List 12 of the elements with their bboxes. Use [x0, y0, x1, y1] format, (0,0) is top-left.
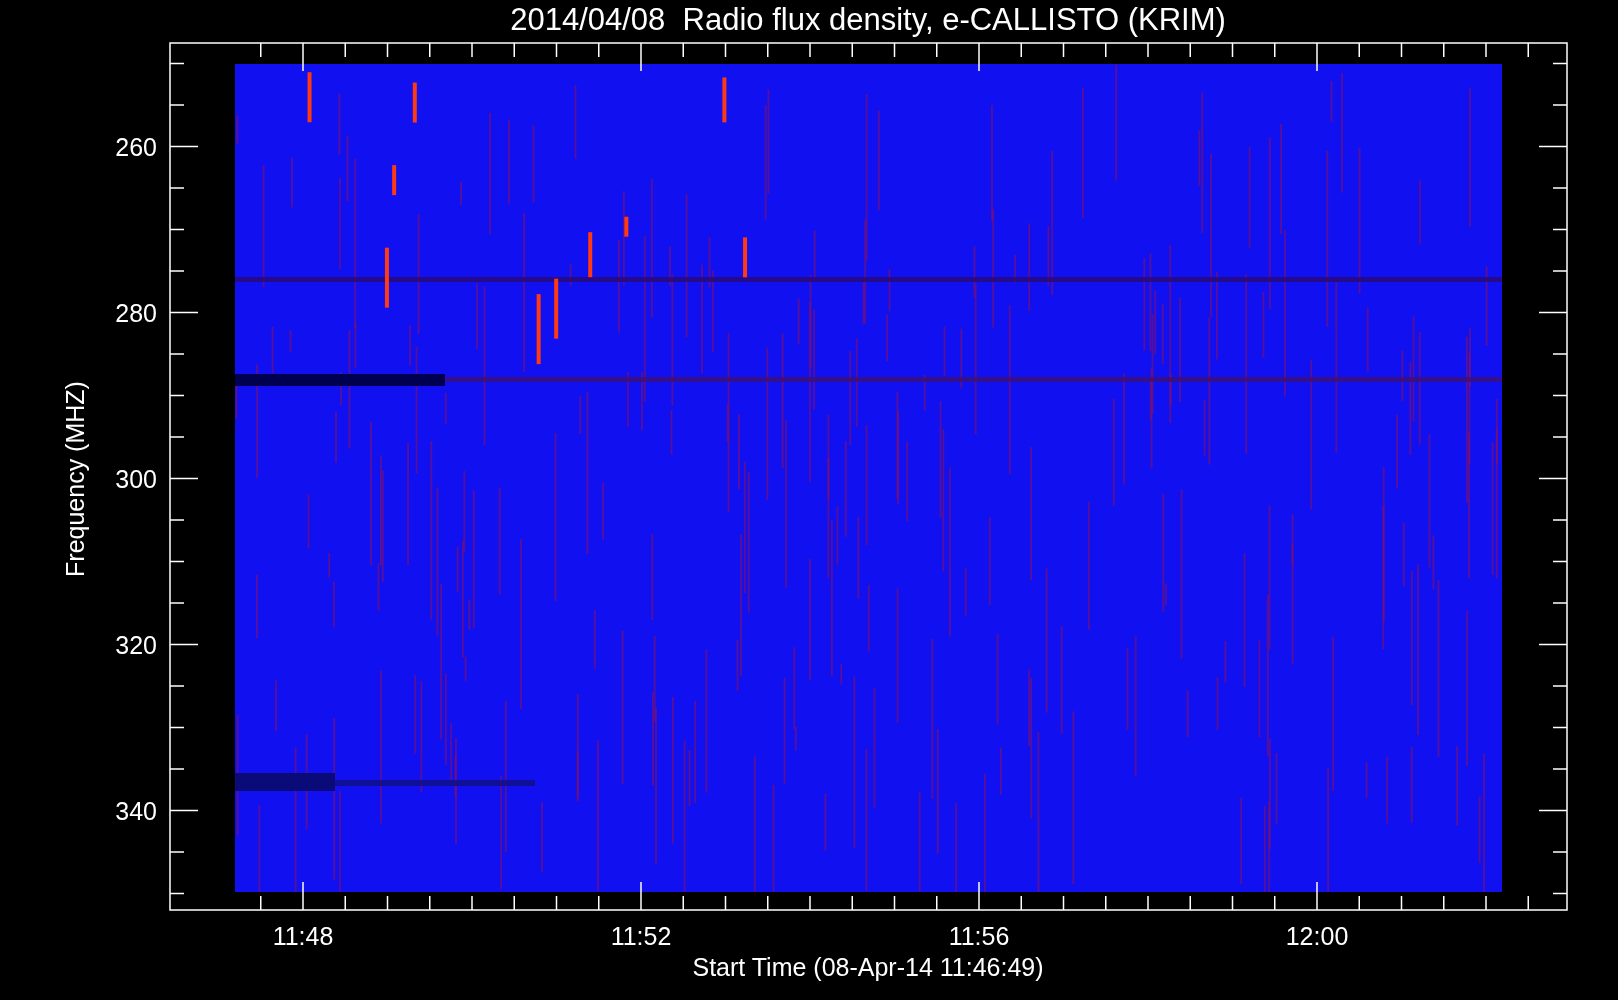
y-tick-label: 340 [115, 796, 157, 825]
x-axis-label: Start Time (08-Apr-14 11:46:49) [692, 953, 1044, 981]
x-tick-label: 12:00 [1285, 922, 1349, 950]
y-axis-label: Frequency (MHZ) [61, 381, 89, 577]
x-tick-label: 11:56 [948, 922, 1010, 950]
y-tick-label: 260 [115, 132, 157, 161]
y-tick-label: 320 [115, 630, 157, 659]
y-tick-label: 300 [115, 464, 157, 493]
x-tick-label: 11:48 [272, 922, 334, 950]
chart-title: 2014/04/08 Radio flux density, e-CALLISTO (KRIM) [510, 2, 1226, 37]
x-tick-label: 11:52 [610, 922, 672, 950]
y-tick-label: 280 [115, 298, 157, 327]
